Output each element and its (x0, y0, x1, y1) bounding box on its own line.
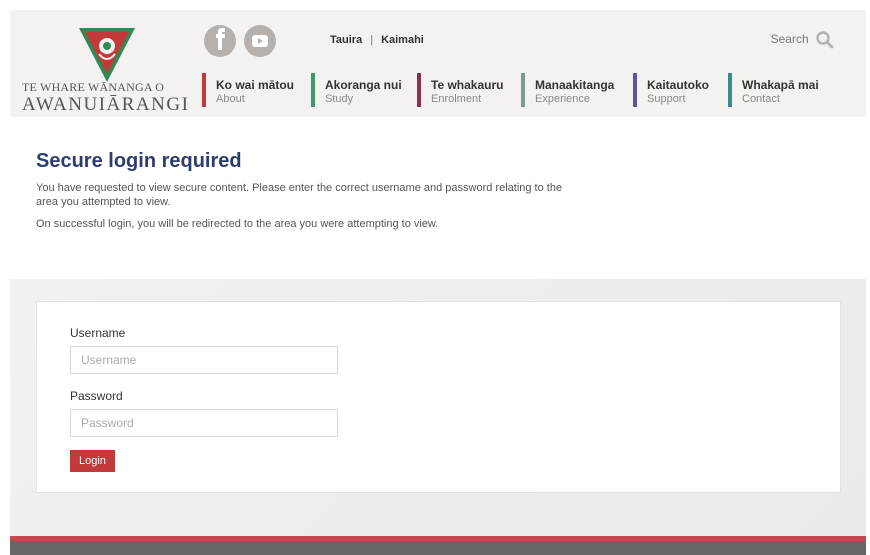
main-content: Secure login required You have requested… (36, 150, 636, 231)
facebook-link[interactable] (204, 25, 236, 57)
search-icon (816, 31, 834, 49)
nav-item-study[interactable]: Akoranga nui Study (311, 73, 402, 107)
nav-item-maori: Manaakitanga (535, 78, 615, 92)
footer (10, 541, 866, 555)
top-links: Tauira | Kaimahi (330, 34, 424, 46)
logo-text-line1: TE WHARE WĀNANGA O (22, 80, 165, 94)
login-section: Username Password Login (10, 279, 866, 536)
nav-item-english: Support (647, 93, 686, 105)
nav-item-maori: Akoranga nui (325, 78, 402, 92)
nav-item-support[interactable]: Kaitautoko Support (633, 73, 709, 107)
nav-item-english: Experience (535, 93, 591, 105)
password-input[interactable] (70, 409, 338, 437)
nav-item-english: Enrolment (431, 93, 482, 105)
password-label: Password (70, 389, 123, 403)
logo-shield-icon[interactable] (75, 24, 139, 84)
page-title: Secure login required (36, 150, 242, 172)
nav-item-maori: Te whakauru (431, 78, 504, 92)
nav-item-contact[interactable]: Whakapā mai Contact (728, 73, 819, 107)
toplinks-separator: | (370, 34, 374, 46)
facebook-icon (216, 28, 225, 50)
nav-item-english: Contact (742, 93, 780, 105)
username-input[interactable] (70, 346, 338, 374)
nav-item-english: Study (325, 93, 354, 105)
nav-item-experience[interactable]: Manaakitanga Experience (521, 73, 614, 107)
search-button[interactable]: Search (771, 31, 834, 49)
username-label: Username (70, 326, 126, 340)
nav-item-enrolment[interactable]: Te whakauru Enrolment (417, 73, 503, 107)
logo-text-line2: AWANUIĀRANGI (22, 94, 190, 115)
nav-item-maori: Ko wai mātou (216, 78, 295, 92)
youtube-link[interactable] (244, 25, 276, 57)
login-button[interactable]: Login (70, 450, 115, 472)
login-form: Username Password Login (36, 301, 841, 493)
redirect-paragraph: On successful login, you will be redirec… (36, 218, 439, 230)
search-label: Search (770, 32, 809, 47)
nav-item-english: About (216, 93, 245, 105)
nav-item-about[interactable]: Ko wai mātou About (202, 73, 294, 107)
tauira-link[interactable]: Tauira (330, 34, 362, 46)
kaimahi-link[interactable]: Kaimahi (381, 34, 424, 46)
youtube-icon (252, 35, 268, 47)
nav-item-maori: Kaitautoko (647, 78, 710, 92)
site-header: TE WHARE WĀNANGA O AWANUIĀRANGI Tauira | K… (10, 10, 866, 117)
intro-paragraph: You have requested to view secure conten… (36, 182, 563, 208)
nav-item-maori: Whakapā mai (742, 78, 819, 92)
